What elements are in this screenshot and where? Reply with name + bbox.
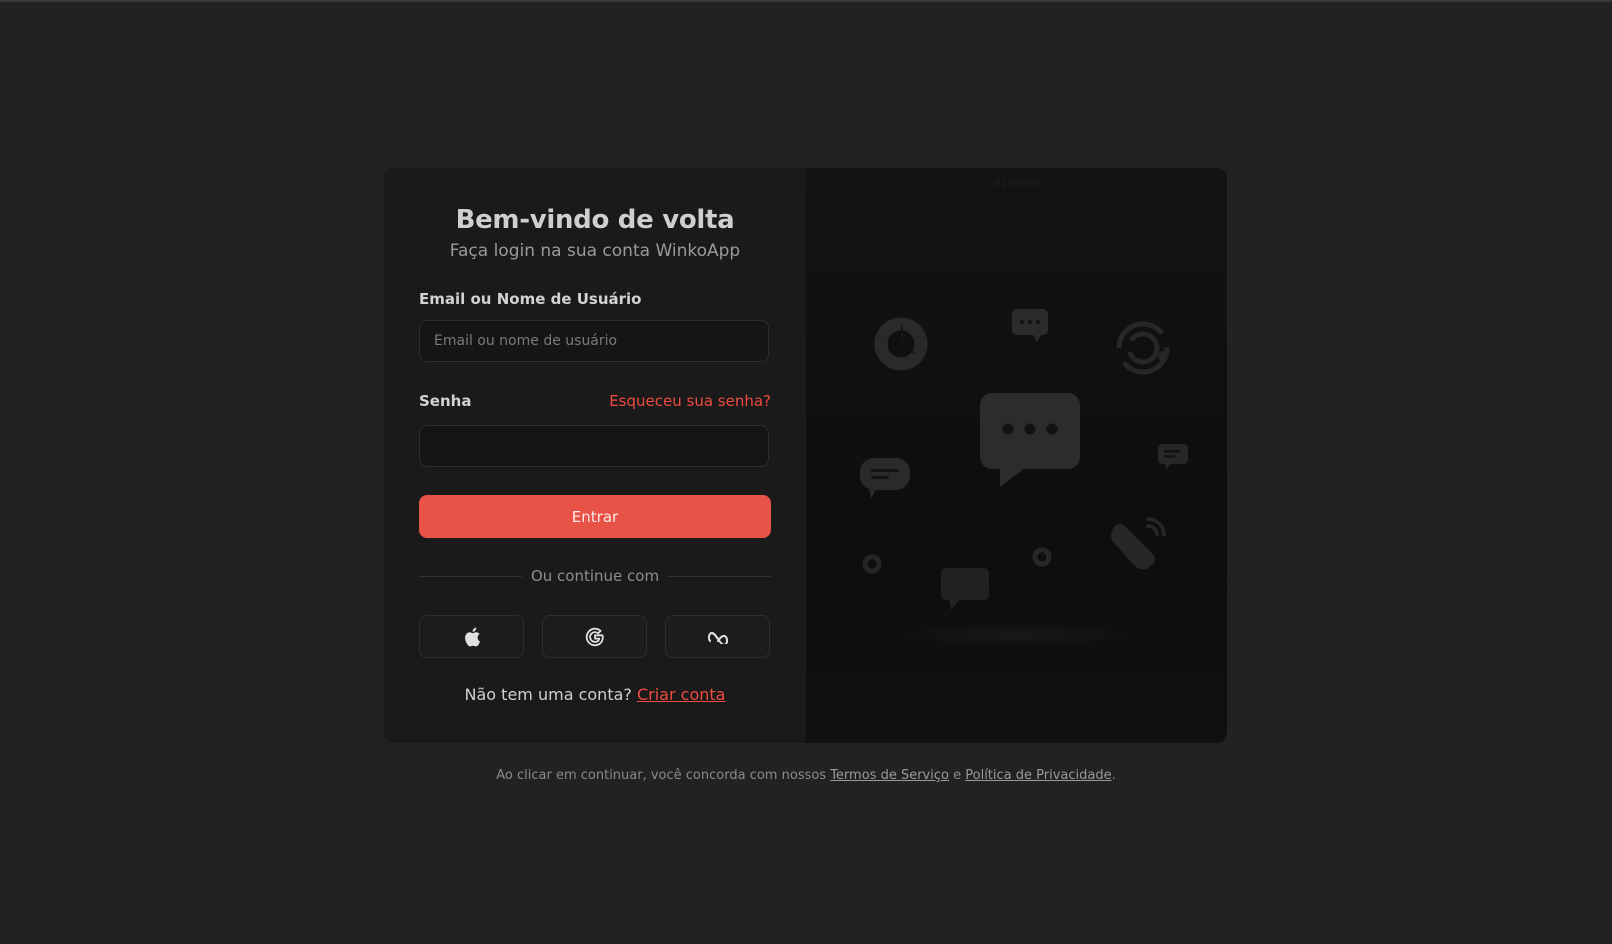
floor-glow (896, 623, 1136, 647)
illustration-panel: #101010 (806, 168, 1227, 743)
login-card: Bem-vindo de volta Faça login na sua con… (384, 168, 1227, 743)
donut-icon (874, 317, 928, 371)
panel-watermark: #101010 (993, 179, 1040, 190)
divider-line-right (668, 575, 772, 577)
footer-conjunction: e (953, 768, 962, 783)
chat-bubble-dots-icon (980, 393, 1080, 487)
chat-bubble-icon (941, 568, 989, 610)
divider-line-left (419, 575, 522, 577)
forgot-password-link[interactable]: Esqueceu sua senha? (609, 392, 771, 410)
signup-link[interactable]: Criar conta (637, 685, 725, 704)
sync-icon (1116, 321, 1170, 375)
page-title: Bem-vindo de volta (455, 205, 735, 235)
signup-prompt: Não tem uma conta? Criar conta (384, 685, 806, 704)
footer-prefix: Ao clicar em continuar, você concorda co… (496, 768, 827, 783)
divider-text: Ou continue com (530, 567, 660, 585)
terms-footer: Ao clicar em continuar, você concorda co… (0, 768, 1612, 783)
password-input[interactable] (419, 425, 769, 467)
privacy-link[interactable]: Política de Privacidade (965, 768, 1111, 783)
donut-small-icon (862, 554, 882, 574)
meta-login-button[interactable] (665, 615, 770, 658)
email-input[interactable] (419, 320, 769, 362)
google-icon (585, 627, 604, 646)
password-label: Senha (419, 392, 472, 410)
google-login-button[interactable] (542, 615, 647, 658)
donut-tiny-icon (1032, 547, 1052, 567)
chat-bubble-lines-small-icon (1158, 444, 1188, 470)
apple-login-button[interactable] (419, 615, 524, 658)
page-subtitle: Faça login na sua conta WinkoApp (449, 241, 741, 261)
chat-bubble-dots-small-icon (1012, 309, 1048, 342)
chat-bubble-lines-icon (860, 458, 910, 499)
signup-prompt-text: Não tem uma conta? (464, 685, 632, 704)
apple-icon (464, 627, 480, 646)
meta-icon (707, 631, 728, 644)
terms-link[interactable]: Termos de Serviço (830, 768, 949, 783)
divider: Ou continue com (419, 566, 772, 586)
login-form-panel: Bem-vindo de volta Faça login na sua con… (384, 168, 806, 743)
login-button[interactable]: Entrar (419, 495, 771, 538)
footer-suffix: . (1111, 768, 1116, 783)
top-border (0, 0, 1612, 2)
email-label: Email ou Nome de Usuário (419, 290, 642, 308)
phone-icon (1111, 517, 1166, 570)
